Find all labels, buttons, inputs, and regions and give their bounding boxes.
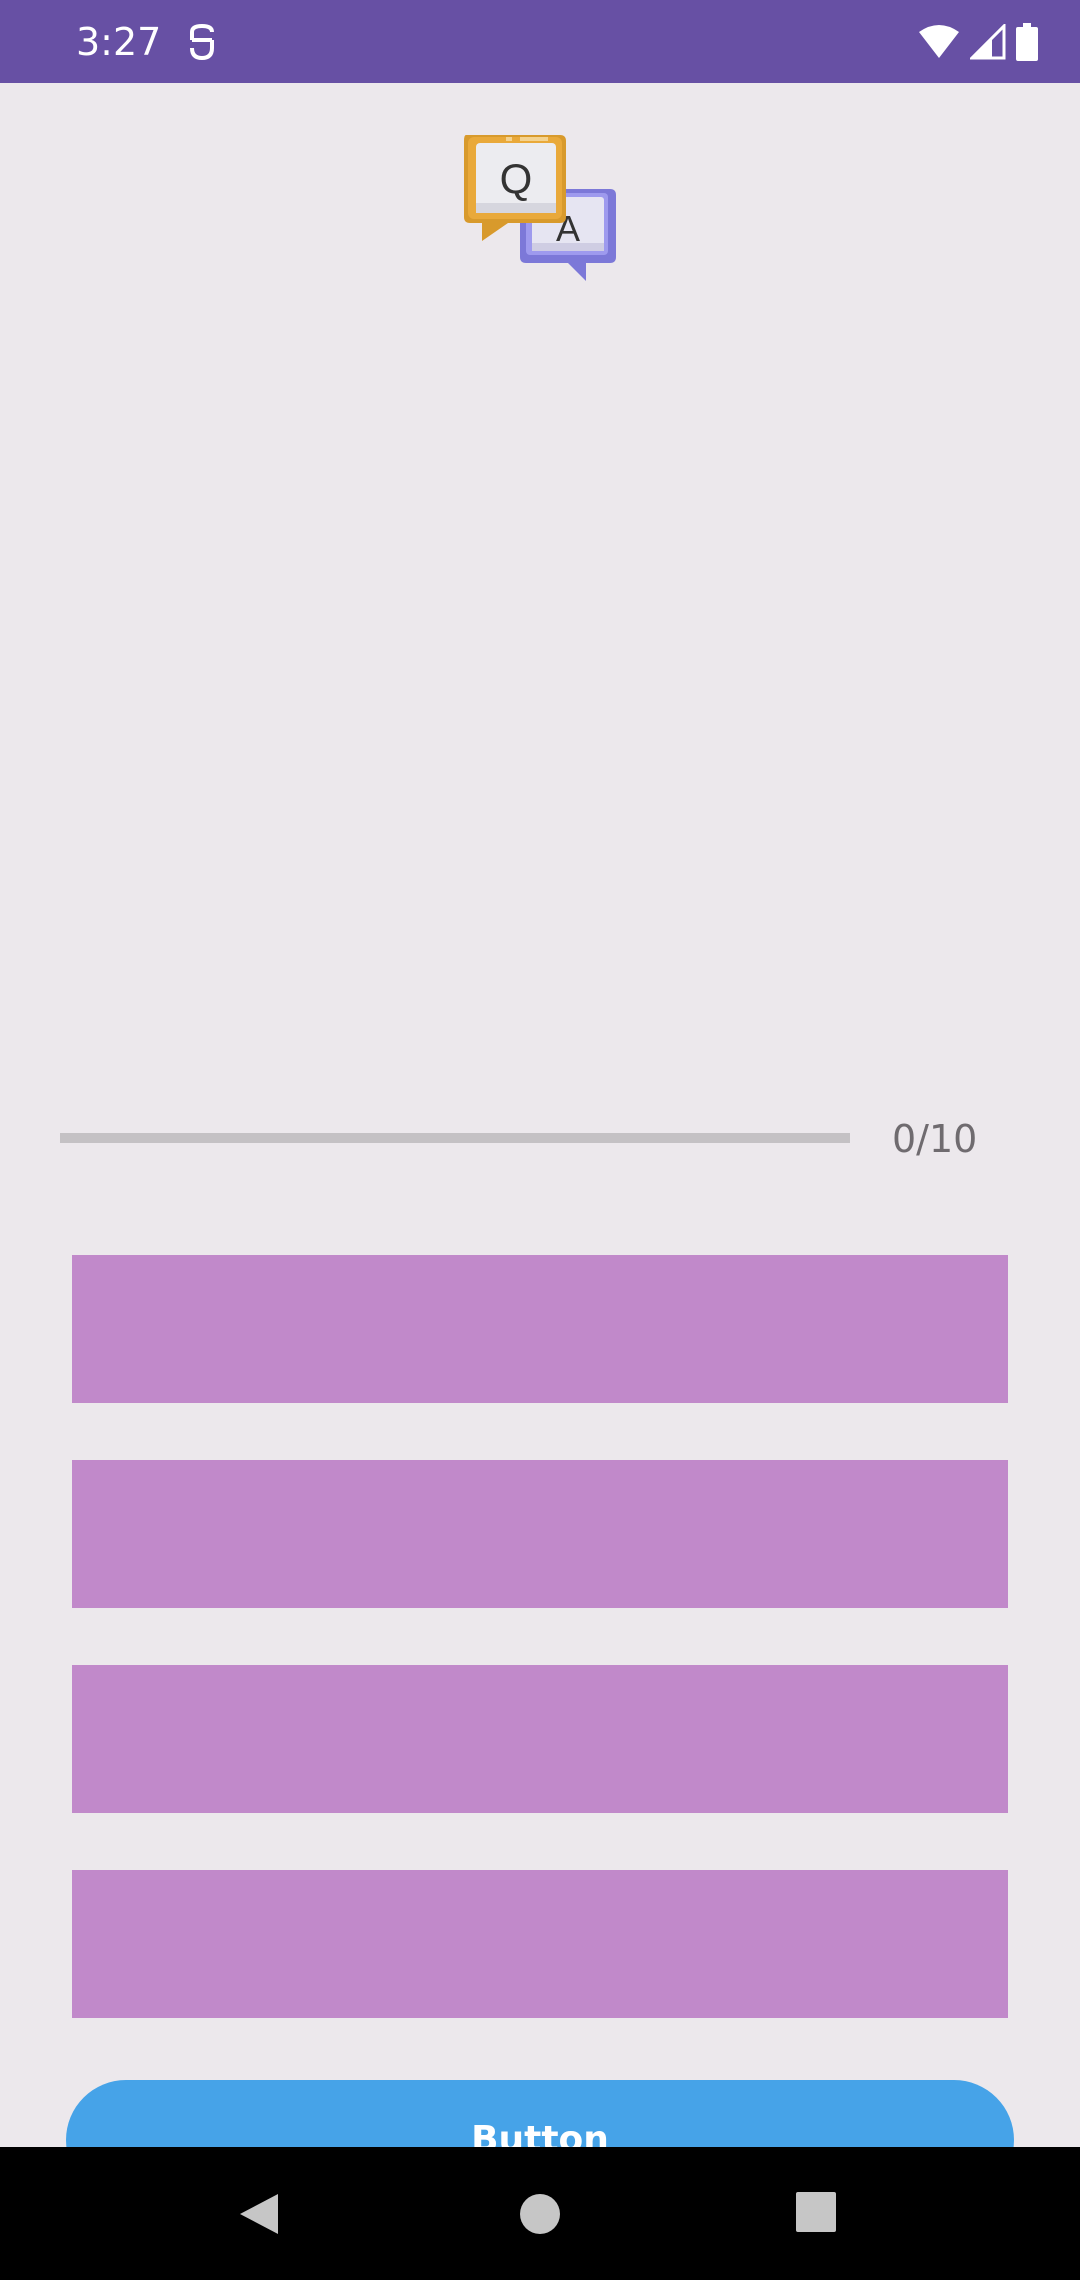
status-time: 3:27 xyxy=(76,20,162,64)
wifi-icon xyxy=(919,25,959,58)
answer-option-3[interactable] xyxy=(72,1665,1008,1813)
answer-option-1[interactable] xyxy=(72,1255,1008,1403)
battery-icon xyxy=(1016,23,1038,61)
home-icon[interactable] xyxy=(516,2190,564,2238)
cell-signal-icon xyxy=(970,24,1006,60)
progress-label: 0/10 xyxy=(892,1117,978,1161)
recents-icon[interactable] xyxy=(794,2190,842,2238)
logo-question-letter: Q xyxy=(500,155,533,202)
notification-app-icon xyxy=(190,23,214,61)
quiz-progress-bar xyxy=(60,1133,850,1143)
status-bar: 3:27 xyxy=(0,0,1080,83)
back-icon[interactable] xyxy=(236,2190,284,2238)
qa-logo-icon: A Q xyxy=(464,135,616,281)
quiz-screen: 3:27 A Q 0/10 Button xyxy=(0,0,1080,2280)
answer-option-2[interactable] xyxy=(72,1460,1008,1608)
answer-option-4[interactable] xyxy=(72,1870,1008,2018)
status-icons xyxy=(918,22,1038,62)
